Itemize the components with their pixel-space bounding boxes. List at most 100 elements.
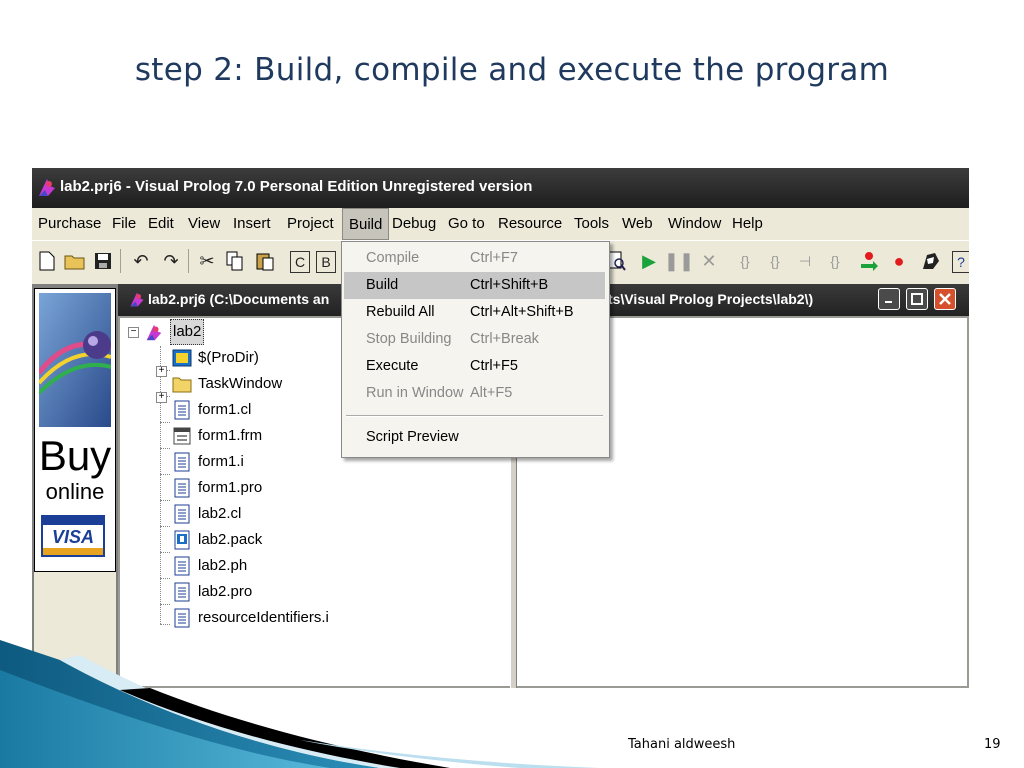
redo-icon[interactable]: ↷ <box>160 249 182 273</box>
project-icon <box>128 289 146 314</box>
menu-item-build[interactable]: Build Ctrl+Shift+B <box>344 272 605 299</box>
tree-item[interactable]: TaskWindow <box>172 372 282 396</box>
tree-item[interactable]: form1.frm <box>172 424 262 448</box>
menu-item-label: Compile <box>366 250 420 266</box>
pause-icon[interactable]: ❚❚ <box>664 249 694 273</box>
cut-icon[interactable]: ✂ <box>196 249 218 273</box>
file-icon <box>174 556 190 576</box>
step-into-icon[interactable]: {} <box>734 249 756 273</box>
tree-root[interactable]: lab2 <box>144 319 205 345</box>
run-to-cursor-icon[interactable]: {} <box>824 249 846 273</box>
tree-item[interactable]: form1.i <box>172 450 244 474</box>
menu-item-execute[interactable]: Execute Ctrl+F5 <box>344 353 605 380</box>
ad-banner[interactable]: Buy online VISA <box>34 288 116 572</box>
menu-edit[interactable]: Edit <box>142 208 180 240</box>
menu-item-rebuild-all[interactable]: Rebuild All Ctrl+Alt+Shift+B <box>344 299 605 326</box>
tree-item-label: $(ProDir) <box>198 349 259 366</box>
help-icon[interactable]: ? <box>952 251 969 273</box>
footer-author: Tahani aldweesh <box>628 737 736 752</box>
new-file-icon[interactable] <box>36 249 58 273</box>
maximize-button[interactable] <box>906 288 928 310</box>
undo-icon[interactable]: ↶ <box>130 249 152 273</box>
ad-graphic <box>39 293 111 427</box>
menu-resource[interactable]: Resource <box>492 208 568 240</box>
folder-icon <box>172 377 192 393</box>
ad-buy-text: Buy <box>38 432 112 479</box>
tree-item[interactable]: lab2.cl <box>172 502 241 526</box>
tree-root-label: lab2 <box>170 319 205 345</box>
tree-item[interactable]: lab2.ph <box>172 554 247 578</box>
menu-window[interactable]: Window <box>662 208 727 240</box>
menu-build[interactable]: Build <box>342 208 390 240</box>
menu-debug[interactable]: Debug <box>386 208 442 240</box>
menu-item-run-in-window[interactable]: Run in Window Alt+F5 <box>344 380 605 407</box>
minimize-icon <box>885 301 892 303</box>
breakpoint-icon[interactable]: ● <box>888 249 910 273</box>
close-icon <box>939 293 951 305</box>
collapse-toggle[interactable]: − <box>128 327 139 338</box>
menu-project[interactable]: Project <box>281 208 340 240</box>
menu-item-stop-building[interactable]: Stop Building Ctrl+Break <box>344 326 605 353</box>
close-button[interactable] <box>934 288 956 310</box>
form-file-icon <box>173 427 191 445</box>
tree-item[interactable]: $(ProDir) <box>172 346 259 370</box>
tree-item[interactable]: lab2.pro <box>172 580 252 604</box>
menu-item-shortcut: Ctrl+Shift+B <box>470 277 549 293</box>
menu-item-label: Script Preview <box>366 429 459 445</box>
project-window-title-path: ts\Visual Prolog Projects\lab2\) <box>608 291 814 307</box>
debug-icon[interactable] <box>920 249 942 273</box>
step-over-icon[interactable]: {} <box>764 249 786 273</box>
page-number: 19 <box>984 737 1001 752</box>
tree-item-label: TaskWindow <box>198 375 283 392</box>
tree-item[interactable]: form1.cl <box>172 398 251 422</box>
tree-item[interactable]: resourceIdentifiers.i <box>172 606 329 630</box>
app-title: lab2.prj6 - Visual Prolog 7.0 Personal E… <box>60 178 533 195</box>
pro-dir-icon <box>172 349 192 367</box>
menu-item-label: Execute <box>366 358 419 374</box>
build-menu: Compile Ctrl+F7 Build Ctrl+Shift+B Rebui… <box>341 241 610 458</box>
tree-item-label: lab2.cl <box>198 505 242 522</box>
menu-item-compile[interactable]: Compile Ctrl+F7 <box>344 245 605 272</box>
app-titlebar: lab2.prj6 - Visual Prolog 7.0 Personal E… <box>32 168 969 208</box>
file-icon <box>174 608 190 628</box>
step-out-icon[interactable]: ⊣ <box>794 249 816 273</box>
expand-toggle[interactable]: + <box>156 366 167 377</box>
tree-item-label: resourceIdentifiers.i <box>198 609 329 626</box>
c-box-icon[interactable]: C <box>290 251 310 273</box>
tree-item[interactable]: form1.pro <box>172 476 262 500</box>
tree-item-label: form1.frm <box>198 427 263 444</box>
run-icon[interactable]: ▶ <box>638 249 660 273</box>
file-icon <box>174 504 190 524</box>
menubar: Purchase File Edit View Insert Project B… <box>32 208 969 240</box>
menu-item-label: Stop Building <box>366 331 452 347</box>
menu-insert[interactable]: Insert <box>227 208 277 240</box>
menu-file[interactable]: File <box>106 208 142 240</box>
menu-purchase[interactable]: Purchase <box>32 208 107 240</box>
b-box-icon[interactable]: B <box>316 251 336 273</box>
menu-view[interactable]: View <box>182 208 226 240</box>
minimize-button[interactable] <box>878 288 900 310</box>
copy-icon[interactable] <box>224 249 246 273</box>
save-icon[interactable] <box>92 249 114 273</box>
breakpoint-arrow-icon[interactable] <box>858 249 880 273</box>
menu-item-label: Rebuild All <box>366 304 435 320</box>
tree-item-label: form1.i <box>198 453 244 470</box>
open-folder-icon[interactable] <box>64 249 86 273</box>
menu-item-script-preview[interactable]: Script Preview <box>344 424 605 451</box>
menu-item-shortcut: Ctrl+Alt+Shift+B <box>470 304 574 320</box>
tree-item-label: form1.pro <box>198 479 263 496</box>
paste-icon[interactable] <box>254 249 276 273</box>
menu-tools[interactable]: Tools <box>568 208 615 240</box>
menu-item-shortcut: Ctrl+F5 <box>470 358 518 374</box>
menu-goto[interactable]: Go to <box>442 208 491 240</box>
ad-panel[interactable]: Buy online VISA <box>34 288 116 688</box>
project-icon <box>146 324 162 341</box>
maximize-icon <box>911 293 923 305</box>
menu-web[interactable]: Web <box>616 208 659 240</box>
expand-toggle[interactable]: + <box>156 392 167 403</box>
tree-item[interactable]: lab2.pack <box>172 528 262 552</box>
tree-item-label: lab2.ph <box>198 557 248 574</box>
menu-help[interactable]: Help <box>726 208 769 240</box>
stop-icon[interactable]: ✕ <box>698 249 720 273</box>
menu-item-label: Run in Window <box>366 385 464 401</box>
